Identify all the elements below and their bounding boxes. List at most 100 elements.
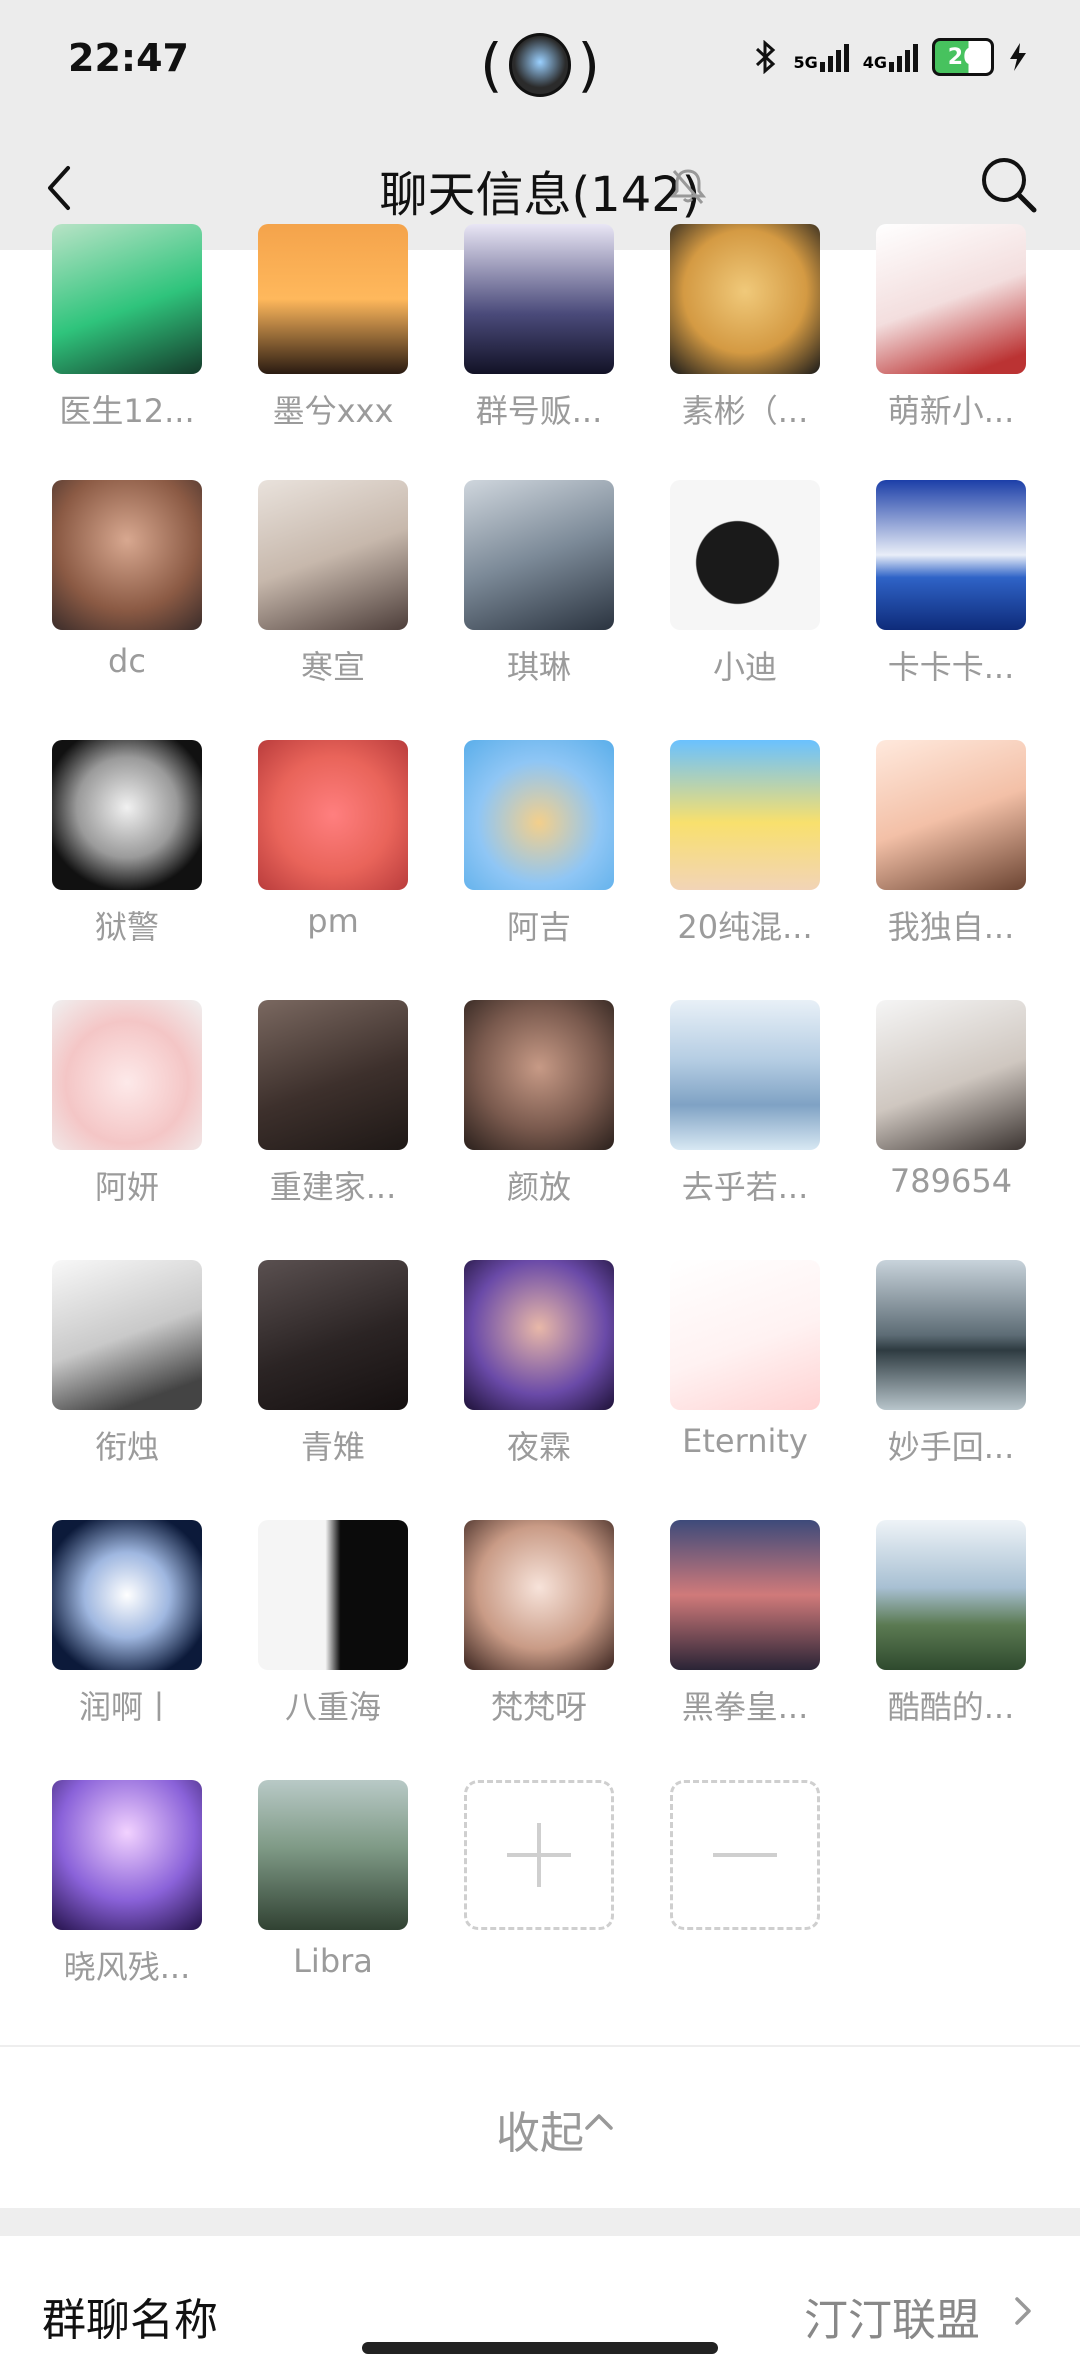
- system-icons: 5G 4G 26: [753, 38, 1028, 76]
- chevron-right-icon: [1015, 2297, 1031, 2325]
- member-name: 789654: [889, 1162, 1013, 1200]
- member-avatar: [876, 1520, 1026, 1670]
- member-avatar: [464, 1520, 614, 1670]
- member-item[interactable]: 琪琳: [464, 480, 614, 686]
- member-item[interactable]: 梵梵呀: [464, 1520, 614, 1726]
- member-avatar: [52, 1780, 202, 1930]
- member-avatar: [464, 1000, 614, 1150]
- member-item[interactable]: 重建家...: [258, 1000, 408, 1206]
- member-item[interactable]: 去乎若...: [670, 1000, 820, 1206]
- member-avatar: [258, 1520, 408, 1670]
- member-avatar: [876, 224, 1026, 374]
- member-avatar: [670, 1260, 820, 1410]
- member-avatar: [670, 480, 820, 630]
- member-name: 我独自...: [887, 908, 1015, 946]
- collapse-members-button[interactable]: 收起: [0, 2045, 1080, 2207]
- group-name-value: 汀汀联盟: [804, 2295, 980, 2346]
- member-item[interactable]: 颜放: [464, 1000, 614, 1206]
- remove-member-button[interactable]: [670, 1780, 820, 1930]
- member-name: Libra: [293, 1942, 373, 1980]
- member-item[interactable]: 卡卡卡...: [876, 480, 1026, 686]
- member-avatar: [52, 1520, 202, 1670]
- chevron-up-icon: [585, 2114, 613, 2130]
- member-item[interactable]: Libra: [258, 1780, 408, 1980]
- home-indicator[interactable]: [362, 2342, 718, 2354]
- member-avatar: [464, 224, 614, 374]
- add-member-button[interactable]: [464, 1780, 614, 1930]
- member-avatar: [464, 740, 614, 890]
- member-item[interactable]: 妙手回...: [876, 1260, 1026, 1466]
- member-item[interactable]: 医生12...: [52, 224, 202, 430]
- member-name: 萌新小...: [887, 392, 1015, 430]
- member-avatar: [670, 224, 820, 374]
- member-avatar: [876, 1000, 1026, 1150]
- member-item[interactable]: 小迪: [670, 480, 820, 686]
- group-name-row[interactable]: 群聊名称 汀汀联盟: [0, 2236, 1080, 2376]
- group-name-label: 群聊名称: [42, 2295, 218, 2346]
- floating-avatar-icon: [508, 33, 572, 97]
- member-name: 卡卡卡...: [887, 648, 1015, 686]
- member-item[interactable]: 阿吉: [464, 740, 614, 946]
- signal-icon: [889, 42, 918, 72]
- member-item[interactable]: Eternity: [670, 1260, 820, 1460]
- member-avatar: [52, 480, 202, 630]
- member-item[interactable]: 晓风残...: [52, 1780, 202, 1986]
- member-item[interactable]: pm: [258, 740, 408, 940]
- mute-icon: [669, 169, 707, 204]
- collapse-label: 收起: [496, 2108, 584, 2159]
- member-avatar: [464, 480, 614, 630]
- signal-icon: [819, 42, 849, 72]
- minus-icon: [713, 1853, 777, 1857]
- plus-icon: [507, 1823, 571, 1887]
- member-item[interactable]: 素彬（...: [670, 224, 820, 430]
- member-item[interactable]: 群号贩...: [464, 224, 614, 430]
- member-item[interactable]: 润啊丨: [52, 1520, 202, 1726]
- member-item[interactable]: 八重海: [258, 1520, 408, 1726]
- member-avatar: [876, 1260, 1026, 1410]
- member-item[interactable]: 酷酷的...: [876, 1520, 1026, 1726]
- signal-5g: 5G: [793, 42, 849, 72]
- bluetooth-icon: [756, 40, 776, 74]
- member-avatar: [258, 224, 408, 374]
- member-item[interactable]: 狱警: [52, 740, 202, 946]
- member-avatar: [258, 1000, 408, 1150]
- member-avatar: [258, 1780, 408, 1930]
- member-avatar: [670, 1000, 820, 1150]
- battery-icon: 26: [932, 38, 994, 76]
- member-avatar: [670, 1520, 820, 1670]
- member-avatar: [258, 1260, 408, 1410]
- member-name: 妙手回...: [887, 1428, 1015, 1466]
- member-name: 酷酷的...: [887, 1688, 1015, 1726]
- member-item[interactable]: 衔烛: [52, 1260, 202, 1466]
- member-avatar: [258, 480, 408, 630]
- member-item[interactable]: 789654: [876, 1000, 1026, 1200]
- member-item[interactable]: 青雉: [258, 1260, 408, 1466]
- member-item[interactable]: 墨兮xxx: [258, 224, 408, 430]
- paren-right-icon: ): [577, 31, 600, 99]
- member-avatar: [258, 740, 408, 890]
- member-avatar: [876, 740, 1026, 890]
- member-avatar: [52, 224, 202, 374]
- member-item[interactable]: 20纯混...: [670, 740, 820, 946]
- member-avatar: [670, 740, 820, 890]
- member-item[interactable]: dc: [52, 480, 202, 680]
- member-item[interactable]: 阿妍: [52, 1000, 202, 1206]
- member-avatar: [52, 1260, 202, 1410]
- page-title: 聊天信息(142): [379, 167, 701, 223]
- member-item[interactable]: 寒宣: [258, 480, 408, 686]
- member-avatar: [876, 480, 1026, 630]
- member-avatar: [52, 740, 202, 890]
- status-time: 22:47: [68, 36, 189, 80]
- section-divider: [0, 2208, 1080, 2236]
- search-icon[interactable]: [978, 154, 1040, 216]
- status-center-indicator: ( ): [480, 30, 600, 100]
- member-avatar: [464, 1260, 614, 1410]
- member-item[interactable]: 我独自...: [876, 740, 1026, 946]
- member-item[interactable]: 黑拳皇...: [670, 1520, 820, 1726]
- status-bar: 22:47 ( ) 5G 4G 26: [0, 0, 1080, 128]
- member-item[interactable]: 萌新小...: [876, 224, 1026, 430]
- member-avatar: [52, 1000, 202, 1150]
- signal-4g: 4G: [863, 42, 918, 72]
- member-item[interactable]: 夜霖: [464, 1260, 614, 1466]
- charging-icon: [1010, 43, 1026, 71]
